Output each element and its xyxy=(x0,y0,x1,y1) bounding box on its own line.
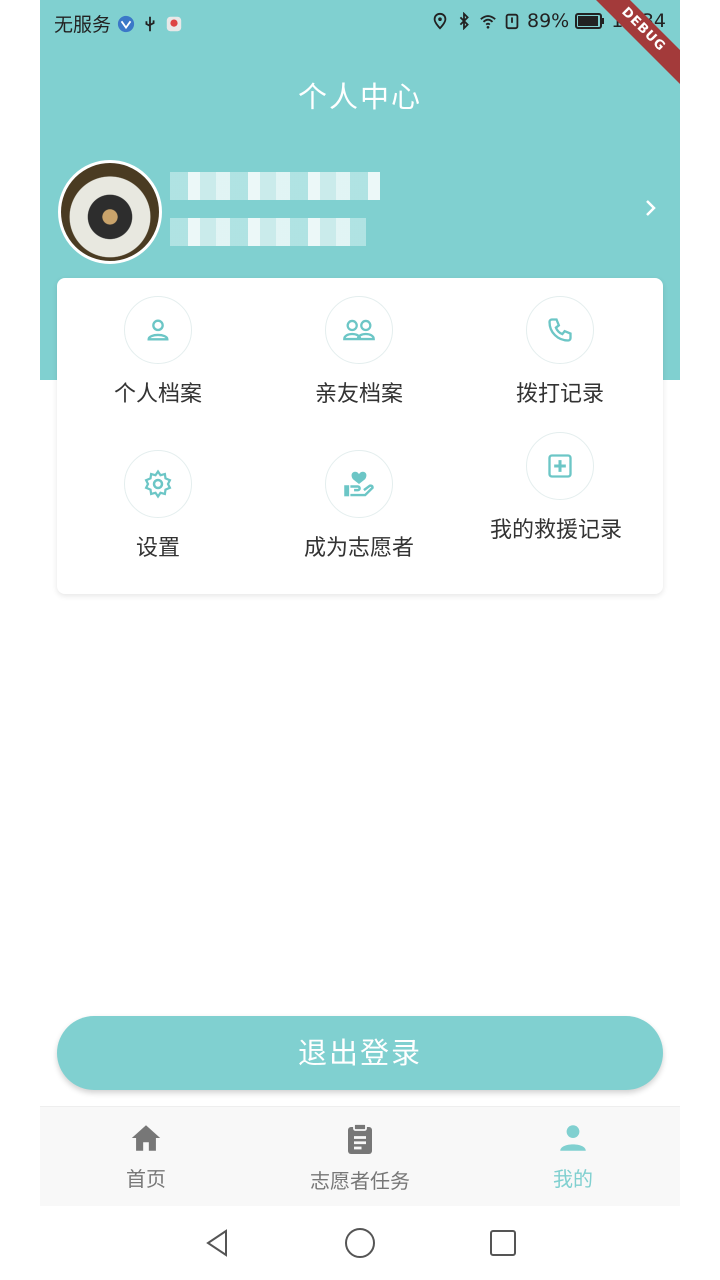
location-icon xyxy=(433,12,447,30)
status-bar: 无服务 89% 10:34 DEBUG xyxy=(40,0,680,92)
grid-label: 拨打记录 xyxy=(515,382,604,407)
app-container: 无服务 89% 10:34 DEBUG 个人中心 xyxy=(40,0,680,1206)
grid-item-settings[interactable]: 设置 xyxy=(68,450,248,565)
status-left: 无服务 xyxy=(54,10,183,37)
nav-label: 首页 xyxy=(126,1167,166,1191)
battery-icon xyxy=(575,13,605,29)
back-icon[interactable] xyxy=(200,1226,234,1260)
page-title: 个人中心 xyxy=(297,80,422,114)
nav-label: 我的 xyxy=(553,1167,593,1191)
usb-icon xyxy=(145,16,155,31)
person-icon xyxy=(560,1125,586,1151)
bluetooth-icon xyxy=(459,12,469,30)
home-icon xyxy=(131,1125,161,1151)
grid-icon-circle xyxy=(124,296,192,364)
group-icon xyxy=(343,319,375,341)
grid-label: 设置 xyxy=(135,536,180,561)
phone-screen: 无服务 89% 10:34 DEBUG 个人中心 xyxy=(0,0,720,1280)
system-navigation-bar xyxy=(0,1206,720,1280)
grid-label: 我的救援记录 xyxy=(490,518,623,543)
nav-item-mine[interactable]: 我的 xyxy=(493,1121,653,1192)
grid-icon-circle xyxy=(526,432,594,500)
grid-icon-circle xyxy=(325,296,393,364)
username-blurred xyxy=(170,172,380,200)
phone-blurred xyxy=(170,218,366,246)
grid-icon-circle xyxy=(124,450,192,518)
grid-icon-circle xyxy=(526,296,594,364)
nav-label: 志愿者任务 xyxy=(310,1169,410,1193)
bottom-navigation: 首页 志愿者任务 我的 xyxy=(40,1106,680,1206)
grid-item-personal-profile[interactable]: 个人档案 xyxy=(68,296,248,411)
grid-label: 个人档案 xyxy=(113,382,202,407)
grid-label: 亲友档案 xyxy=(314,382,403,407)
app-notification-icon xyxy=(166,16,182,31)
clipboard-icon xyxy=(348,1123,372,1154)
grid-label: 成为志愿者 xyxy=(303,536,414,561)
carrier-text: 无服务 xyxy=(54,14,112,36)
grid-item-call-records[interactable]: 拨打记录 xyxy=(470,296,650,411)
battery-alert-icon xyxy=(505,13,519,30)
profile-row[interactable] xyxy=(40,158,680,264)
grid-icon-circle xyxy=(325,450,393,518)
phone-icon xyxy=(548,318,572,342)
wifi-icon xyxy=(480,15,496,29)
person-icon xyxy=(147,319,169,341)
medical-plus-icon xyxy=(548,454,572,478)
heart-hand-icon xyxy=(344,471,374,497)
chevron-right-icon[interactable] xyxy=(638,196,662,220)
logout-button[interactable]: 退出登录 xyxy=(57,1016,663,1090)
battery-percent: 89% xyxy=(527,10,570,32)
grid-item-rescue-records[interactable]: 我的救援记录 xyxy=(470,432,650,547)
grid-item-become-volunteer[interactable]: 成为志愿者 xyxy=(269,450,449,565)
gear-icon xyxy=(144,469,172,499)
grid-item-family-profile[interactable]: 亲友档案 xyxy=(269,296,449,411)
nav-item-volunteer-tasks[interactable]: 志愿者任务 xyxy=(280,1121,440,1194)
avatar[interactable] xyxy=(58,160,162,264)
feature-card: 个人档案 亲友档案 拨打记录 设置 成为志愿者 我的救援记录 xyxy=(57,278,663,594)
vpn-icon xyxy=(117,15,135,32)
nav-item-home[interactable]: 首页 xyxy=(66,1121,226,1192)
home-circle-icon[interactable] xyxy=(343,1226,377,1260)
recents-icon[interactable] xyxy=(486,1226,520,1260)
